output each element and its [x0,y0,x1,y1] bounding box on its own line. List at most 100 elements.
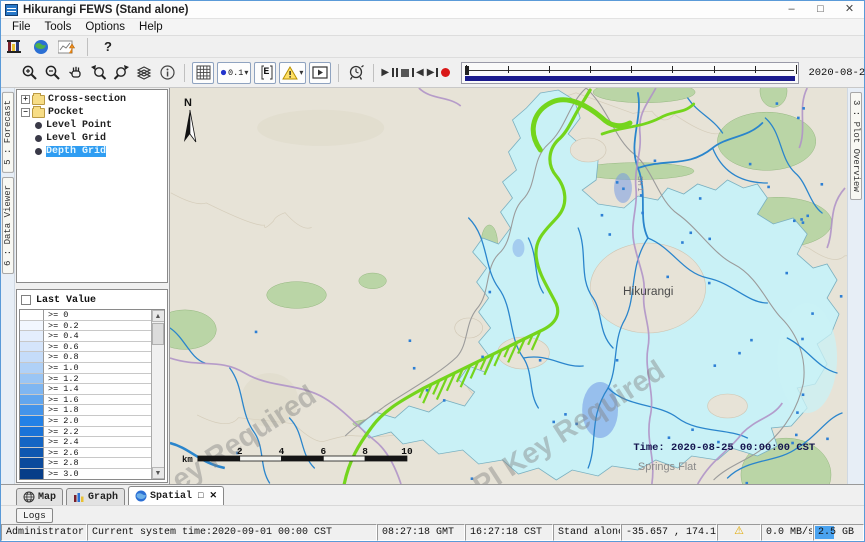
status-user: Administrator [1,524,87,541]
contour-threshold-button[interactable]: 0.1▾ [217,62,251,84]
tree-node-level-grid[interactable]: Level Grid [19,132,165,145]
zoom-previous-icon[interactable] [88,63,108,83]
zoom-in-icon[interactable] [19,63,39,83]
tab-map[interactable]: Map [16,488,63,505]
record-button[interactable] [441,68,450,77]
tab-graph-label: Graph [88,492,118,503]
collapse-icon[interactable]: − [21,108,30,117]
legend-row-label: >= 0.6 [44,342,151,353]
layer-tree: + Cross-section − Pocket Level Point Lev… [16,89,168,283]
legend-row-label: >= 1.4 [44,384,151,395]
layers-icon[interactable] [134,63,154,83]
scrollbar-thumb[interactable] [152,323,164,345]
status-network-rate: 0.0 MB/s [761,524,813,541]
tree-node-label: Level Point [46,120,112,131]
menu-options[interactable]: Options [78,20,132,34]
minimize-button[interactable]: – [777,1,806,18]
menu-bar: File Tools Options Help [1,19,864,36]
zoom-out-icon[interactable] [42,63,62,83]
legend-color-swatch [20,374,44,385]
stop-button[interactable] [401,69,409,77]
tree-node-label: Pocket [48,107,84,118]
left-tab-strip: 5 : Forecast 6 : Data Viewer [1,88,15,484]
time-slider-range-bar [465,76,795,81]
menu-file[interactable]: File [5,20,38,34]
layer-bullet-icon [35,122,42,129]
thresholds-warning-button[interactable]: ▾ [279,62,306,84]
flood-east-lobe [777,303,837,413]
tab-forecast[interactable]: 5 : Forecast [2,92,14,173]
last-value-checkbox[interactable] [21,295,31,305]
legend-color-swatch [20,384,44,395]
expand-icon[interactable]: + [21,95,30,104]
layers-panel: + Cross-section − Pocket Level Point Lev… [15,88,169,484]
layer-bullet-icon [35,148,42,155]
status-cst-time: 16:27:18 CST [465,524,553,541]
tab-maximize-icon[interactable]: □ [198,491,203,501]
close-button[interactable]: ✕ [835,1,864,18]
svg-text:2: 2 [237,446,243,457]
map-canvas[interactable]: API Key Required API Key Required Hikura… [170,88,847,484]
folder-icon [32,95,45,105]
north-arrow: N [184,97,196,142]
tab-data-viewer[interactable]: 6 : Data Viewer [2,177,14,274]
play-button[interactable]: ▶ [381,68,389,78]
tree-node-pocket[interactable]: − Pocket [19,106,165,119]
top-toolbar: ? [1,36,864,58]
legend-scrollbar[interactable]: ▲ ▼ [151,310,164,479]
map-time-label: Time: 2020-08-25 00:00:00 CST [633,442,815,454]
legend-row: >= 2.2 [20,427,151,438]
timeseries-chart-icon[interactable] [57,37,77,57]
elevation-scale-button[interactable]: E [254,62,276,84]
last-value-label: Last Value [36,295,96,306]
status-gmt-time: 08:27:18 GMT [377,524,465,541]
logs-button[interactable]: Logs [16,508,53,523]
tree-node-cross-section[interactable]: + Cross-section [19,93,165,106]
animation-timer-icon[interactable] [346,63,366,83]
animation-export-button[interactable] [309,62,331,84]
pan-hand-icon[interactable] [65,63,85,83]
legend-row: >= 2.8 [20,458,151,469]
legend-row: >= 1.6 [20,395,151,406]
info-icon[interactable] [157,63,177,83]
legend-color-swatch [20,321,44,332]
help-icon[interactable]: ? [98,37,118,57]
legend-row: >= 2.0 [20,416,151,427]
status-warning-cell[interactable]: ⚠ [717,524,761,541]
time-slider-handle[interactable] [465,66,469,75]
svg-text:4: 4 [279,446,285,457]
grid-display-button[interactable] [192,62,214,84]
warning-icon: ⚠ [734,527,744,538]
scroll-up-icon[interactable]: ▲ [152,310,165,322]
menu-tools[interactable]: Tools [38,20,79,34]
legend-row: >= 3.0 [20,469,151,479]
svg-text:8: 8 [362,446,368,457]
tab-close-icon[interactable]: ✕ [209,491,217,501]
legend-row-label: >= 1.8 [44,405,151,416]
import-archive-icon[interactable] [5,37,25,57]
pause-button[interactable] [392,68,398,77]
legend-color-swatch [20,405,44,416]
scroll-down-icon[interactable]: ▼ [152,467,165,479]
maximize-button[interactable]: □ [806,1,835,18]
tab-graph[interactable]: Graph [66,488,125,505]
legend-row: >= 2.4 [20,437,151,448]
tree-node-depth-grid[interactable]: Depth Grid [19,145,165,158]
tab-spatial[interactable]: Spatial □ ✕ [128,486,224,505]
current-time-label: 2020-08-25 00:00:00 CST [808,67,865,79]
app-logo-icon [5,4,18,16]
wireframe-globe-icon [23,491,35,503]
svg-text:6: 6 [320,446,326,457]
map-display-globe-icon[interactable] [31,37,51,57]
menu-help[interactable]: Help [132,20,170,34]
status-mode: Stand alone [553,524,621,541]
tree-node-level-point[interactable]: Level Point [19,119,165,132]
skip-to-end-button[interactable]: ▶ [427,68,439,78]
tab-plot-overview[interactable]: 3 : Plot Overview [850,92,862,200]
map-viewport[interactable]: API Key Required API Key Required Hikura… [169,88,847,484]
legend-row-label: >= 1.6 [44,395,151,406]
zoom-next-icon[interactable] [111,63,131,83]
skip-to-start-button[interactable]: ◀ [412,68,424,78]
time-slider[interactable] [461,62,799,84]
legend-row: >= 1.2 [20,374,151,385]
